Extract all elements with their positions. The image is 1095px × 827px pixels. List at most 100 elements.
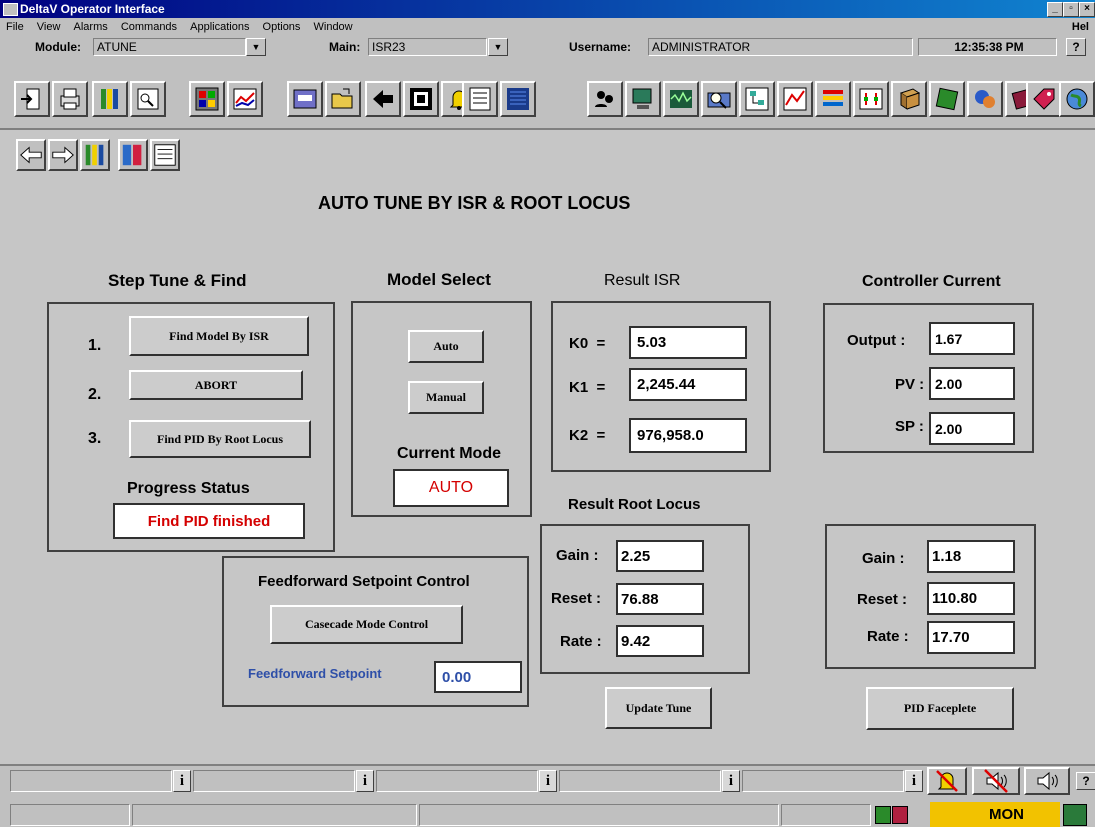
bargraph-icon[interactable] [92, 81, 128, 117]
close-icon[interactable]: × [1079, 2, 1095, 17]
main-select[interactable]: ISR23 [368, 38, 487, 56]
controller-current-panel: Output : 1.67 PV : 2.00 SP : 2.00 [823, 303, 1034, 453]
horn-icon[interactable] [1024, 767, 1070, 795]
chart-icon[interactable] [777, 81, 813, 117]
menu-view[interactable]: View [37, 21, 61, 33]
keyswitch-icon[interactable] [1063, 804, 1087, 826]
ct-rate-value: 17.70 [927, 621, 1015, 654]
print-icon[interactable] [52, 81, 88, 117]
output-label: Output : [847, 332, 906, 349]
info-icon[interactable]: i [539, 770, 557, 792]
trend-icon[interactable] [227, 81, 263, 117]
main-dropdown-icon[interactable]: ▼ [488, 38, 508, 56]
workstation-icon[interactable] [625, 81, 661, 117]
current-mode-label: Current Mode [397, 445, 501, 462]
alarm-banner-3[interactable] [376, 770, 538, 792]
globe-icon[interactable] [1059, 81, 1095, 117]
module-select[interactable]: ATUNE [93, 38, 246, 56]
k1-value: 2,245.44 [629, 368, 747, 401]
result-isr-heading: Result ISR [604, 272, 681, 289]
event-chronicle-icon[interactable] [815, 81, 851, 117]
tag-icon[interactable] [1026, 81, 1062, 117]
recipe-icon[interactable] [967, 81, 1003, 117]
current-mode-value: AUTO [393, 469, 509, 507]
info-icon[interactable]: i [905, 770, 923, 792]
diagnostics-icon[interactable] [701, 81, 737, 117]
ct-reset-value: 110.80 [927, 582, 1015, 615]
info-icon[interactable]: i [173, 770, 191, 792]
network-icon[interactable] [739, 81, 775, 117]
menu-help[interactable]: Hel [1072, 18, 1089, 36]
step-number: 1. [88, 337, 102, 354]
cascade-mode-control-button[interactable]: Casecade Mode Control [270, 605, 463, 644]
rl-reset-label: Reset : [551, 590, 602, 607]
alarm-banner-5[interactable] [742, 770, 904, 792]
info-icon[interactable]: i [722, 770, 740, 792]
mode-indicator: MON [930, 802, 1060, 827]
detail-display-icon[interactable] [130, 81, 166, 117]
app-window: DeltaV Operator Interface _ ▫ × File Vie… [0, 0, 1095, 827]
status-help-button[interactable]: ? [1076, 772, 1095, 790]
alarm-banner-2[interactable] [193, 770, 355, 792]
alarm-silence-bell-icon[interactable] [927, 767, 967, 795]
detail-nav-icon[interactable] [150, 139, 180, 171]
menu-file[interactable]: File [6, 21, 24, 33]
alarm-summary-icon[interactable] [500, 81, 536, 117]
manual-mode-button[interactable]: Manual [408, 381, 484, 414]
full-screen-icon[interactable] [403, 81, 439, 117]
pid-faceplate-button[interactable]: PID Faceplete [866, 687, 1014, 730]
waveform-icon[interactable] [663, 81, 699, 117]
library-icon[interactable] [891, 81, 927, 117]
users-icon[interactable] [587, 81, 623, 117]
rl-rate-label: Rate : [560, 633, 602, 650]
clock: 12:35:38 PM [918, 38, 1057, 56]
feedforward-heading: Feedforward Setpoint Control [258, 573, 470, 590]
model-select-heading: Model Select [387, 270, 491, 289]
next-display-icon[interactable] [48, 139, 78, 171]
app-icon [3, 3, 18, 16]
bargraph-nav-icon[interactable] [80, 139, 110, 171]
overview-icon[interactable] [189, 81, 225, 117]
username-field: ADMINISTRATOR [648, 38, 913, 56]
abort-button[interactable]: ABORT [129, 370, 303, 400]
alarm-list-icon[interactable] [462, 81, 498, 117]
controller-status-icon [892, 806, 908, 824]
batch-icon[interactable] [929, 81, 965, 117]
status-field-3 [419, 804, 779, 826]
menu-commands[interactable]: Commands [121, 21, 177, 33]
io-icon[interactable] [853, 81, 889, 117]
faceplate-nav-icon[interactable] [118, 139, 148, 171]
horn-silence-icon[interactable] [972, 767, 1020, 795]
find-pid-by-root-locus-button[interactable]: Find PID By Root Locus [129, 420, 311, 458]
faceplate-icon[interactable] [287, 81, 323, 117]
menu-applications[interactable]: Applications [190, 21, 249, 33]
module-dropdown-icon[interactable]: ▼ [246, 38, 266, 56]
ct-gain-value: 1.18 [927, 540, 1015, 573]
exit-icon[interactable] [14, 81, 50, 117]
ct-rate-label: Rate : [867, 628, 909, 645]
find-model-by-isr-button[interactable]: Find Model By ISR [129, 316, 309, 356]
alarm-banner-1[interactable] [10, 770, 172, 792]
feedforward-setpoint-label: Feedforward Setpoint [248, 666, 382, 681]
menu-options[interactable]: Options [263, 21, 301, 33]
auto-mode-button[interactable]: Auto [408, 330, 484, 363]
window-title: DeltaV Operator Interface [20, 2, 165, 16]
alarm-banner-4[interactable] [559, 770, 721, 792]
menu-alarms[interactable]: Alarms [74, 21, 108, 33]
open-folder-icon[interactable] [325, 81, 361, 117]
back-arrow-icon[interactable] [365, 81, 401, 117]
menu-window[interactable]: Window [314, 21, 353, 33]
minimize-icon[interactable]: _ [1047, 2, 1063, 17]
model-select-panel: Auto Manual Current Mode AUTO [351, 301, 532, 517]
feedforward-setpoint-input[interactable]: 0.00 [434, 661, 522, 693]
k2-value: 976,958.0 [629, 418, 747, 453]
previous-display-icon[interactable] [16, 139, 46, 171]
update-tune-button[interactable]: Update Tune [605, 687, 712, 729]
network-status-icon [875, 806, 891, 824]
help-button[interactable]: ? [1066, 38, 1086, 56]
info-icon[interactable]: i [356, 770, 374, 792]
status-bar: i i i i i ? MON [0, 764, 1095, 827]
restore-icon[interactable]: ▫ [1063, 2, 1079, 17]
progress-status-value: Find PID finished [113, 503, 305, 539]
k0-label: K0 = [569, 335, 606, 352]
